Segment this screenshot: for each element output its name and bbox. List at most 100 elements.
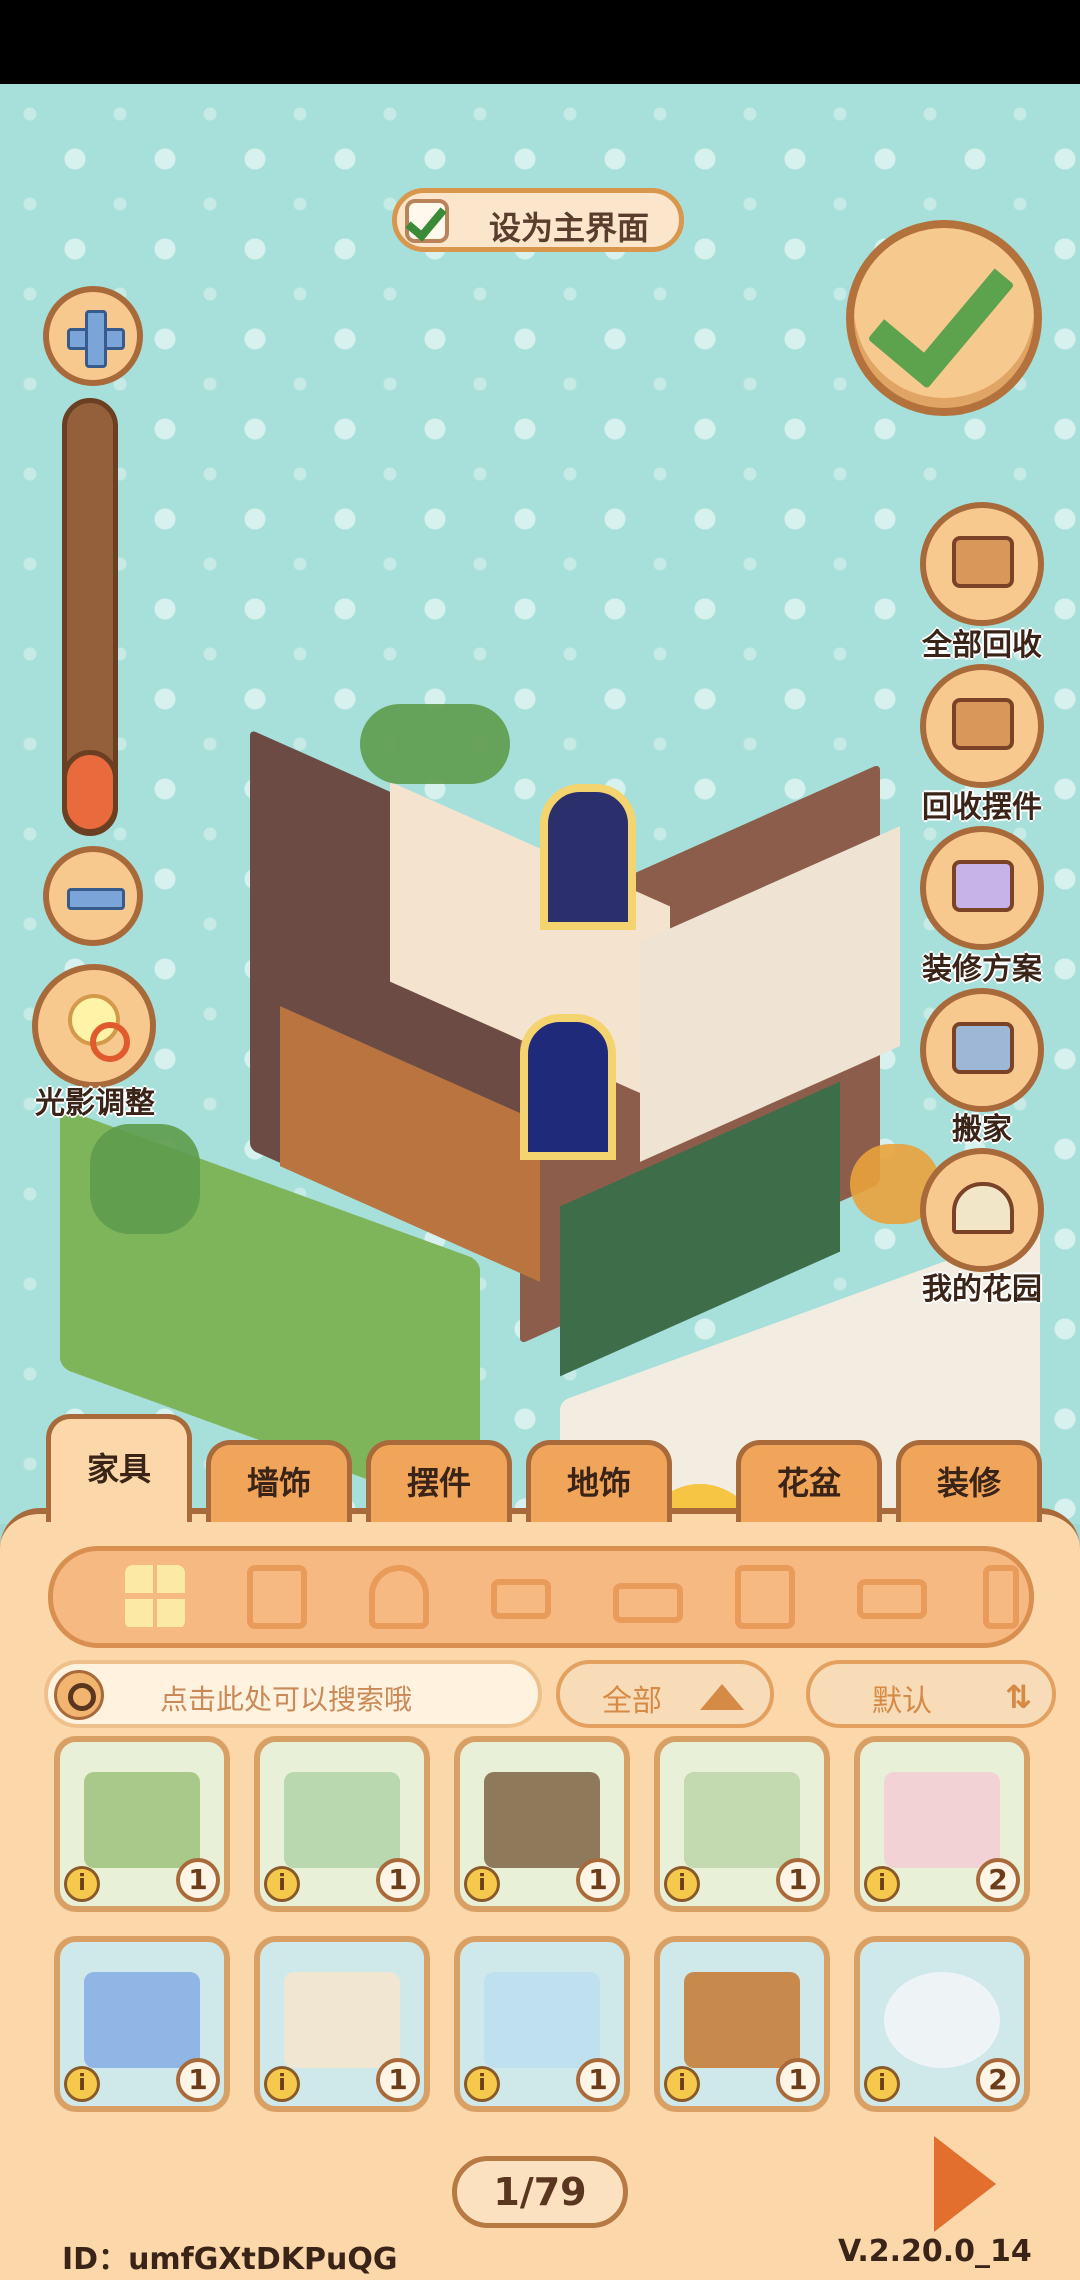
tab-wall-decor[interactable]: 墙饰: [206, 1440, 352, 1522]
furniture-item[interactable]: i 1: [654, 1736, 830, 1912]
lighting-adjust-label: 光影调整: [35, 1086, 155, 1121]
my-garden-button[interactable]: [920, 1148, 1044, 1272]
checkbox-checked-icon[interactable]: [405, 199, 449, 243]
search-icon[interactable]: [54, 1670, 104, 1720]
item-count: 1: [576, 1858, 620, 1902]
item-count: 1: [776, 2058, 820, 2102]
minus-icon: [67, 888, 125, 910]
furniture-item[interactable]: i 1: [54, 1736, 230, 1912]
display-case-art: [484, 1972, 600, 2068]
info-icon[interactable]: i: [864, 1866, 900, 1902]
furniture-item[interactable]: i 1: [54, 1936, 230, 2112]
item-count: 1: [176, 2058, 220, 2102]
furniture-item[interactable]: i 1: [654, 1936, 830, 2112]
tab-ornaments[interactable]: 摆件: [366, 1440, 512, 1522]
page-indicator: 1/79: [452, 2156, 628, 2228]
info-icon[interactable]: i: [664, 2066, 700, 2102]
category-bar: [48, 1546, 1034, 1648]
fruit-crates-art: [684, 1972, 800, 2068]
my-garden-label: 我的花园: [922, 1272, 1042, 1307]
user-id: ID：umfGXtDKPuQG: [62, 2242, 398, 2277]
info-icon[interactable]: i: [264, 1866, 300, 1902]
green-daybed-art: [84, 1772, 200, 1868]
furniture-item[interactable]: i 2: [854, 1736, 1030, 1912]
category-bed-icon[interactable]: [603, 1559, 683, 1639]
category-table-icon[interactable]: [481, 1559, 561, 1639]
status-bar: [0, 0, 1080, 84]
category-all-grid-icon[interactable]: [115, 1559, 195, 1639]
item-count: 2: [976, 2058, 1020, 2102]
garden-plants: [90, 1124, 200, 1234]
furniture-item[interactable]: i 1: [454, 1936, 630, 2112]
item-count: 1: [176, 1858, 220, 1902]
zoom-slider-thumb[interactable]: [62, 750, 118, 834]
box-cups-icon: [952, 698, 1014, 750]
info-icon[interactable]: i: [64, 2066, 100, 2102]
info-icon[interactable]: i: [464, 2066, 500, 2102]
zoom-out-button[interactable]: [43, 846, 143, 946]
bookshelf-art: [484, 1772, 600, 1868]
garden-arch-icon: [952, 1182, 1014, 1234]
item-count: 1: [376, 2058, 420, 2102]
set-home-label: 设为主界面: [489, 209, 650, 247]
blue-counter-art: [84, 1972, 200, 2068]
info-icon[interactable]: i: [664, 1866, 700, 1902]
scooter-art: [284, 1972, 400, 2068]
move-house-button[interactable]: [920, 988, 1044, 1112]
decor-plan-button[interactable]: [920, 826, 1044, 950]
round-table-art: [884, 1972, 1000, 2068]
blue-curtain: [520, 1014, 616, 1160]
confirm-button[interactable]: [846, 220, 1042, 416]
tab-flowerpots[interactable]: 花盆: [736, 1440, 882, 1522]
sort-icon: ⇅: [1005, 1678, 1032, 1716]
category-toilet-icon[interactable]: [359, 1559, 439, 1639]
plant-stand-art: [684, 1772, 800, 1868]
category-cabinet-icon[interactable]: [725, 1559, 805, 1639]
recycle-decor-label: 回收摆件: [922, 790, 1042, 825]
triangle-up-icon: [700, 1684, 744, 1710]
filter-label: 全部: [602, 1684, 662, 1719]
sort-dropdown[interactable]: 默认 ⇅: [806, 1660, 1056, 1728]
info-icon[interactable]: i: [64, 1866, 100, 1902]
furniture-item[interactable]: i 1: [454, 1736, 630, 1912]
info-icon[interactable]: i: [264, 2066, 300, 2102]
item-count: 1: [776, 1858, 820, 1902]
item-count: 1: [576, 2058, 620, 2102]
disabled-icon: [90, 1022, 130, 1062]
sort-label: 默认: [872, 1684, 932, 1719]
app-version: V.2.20.0_14: [838, 2234, 1032, 2269]
recycle-all-label: 全部回收: [922, 628, 1042, 663]
tab-floor-decor[interactable]: 地饰: [526, 1440, 672, 1522]
category-lamp-icon[interactable]: [957, 1559, 1037, 1639]
box-recycle-icon: [952, 536, 1014, 588]
set-as-home-toggle[interactable]: 设为主界面: [392, 188, 684, 252]
search-field[interactable]: 点击此处可以搜索哦: [44, 1660, 542, 1728]
category-fridge-icon[interactable]: [237, 1559, 317, 1639]
roof-plants: [360, 704, 510, 784]
info-icon[interactable]: i: [864, 2066, 900, 2102]
filter-dropdown[interactable]: 全部: [556, 1660, 774, 1728]
category-desk-icon[interactable]: [847, 1559, 927, 1639]
recycle-all-button[interactable]: [920, 502, 1044, 626]
checkmark-icon: [867, 234, 1015, 390]
recycle-decor-button[interactable]: [920, 664, 1044, 788]
plan-cards-icon: [952, 860, 1014, 912]
move-house-label: 搬家: [952, 1112, 1012, 1147]
lighting-adjust-button[interactable]: [32, 964, 156, 1088]
zoom-in-button[interactable]: [43, 286, 143, 386]
decor-plan-label: 装修方案: [922, 952, 1042, 987]
glass-gazebo-art: [284, 1772, 400, 1868]
furniture-item[interactable]: i 2: [854, 1936, 1030, 2112]
item-count: 1: [376, 1858, 420, 1902]
info-icon[interactable]: i: [464, 1866, 500, 1902]
moving-truck-icon: [952, 1022, 1014, 1074]
search-placeholder: 点击此处可以搜索哦: [160, 1683, 413, 1716]
tab-furniture[interactable]: 家具: [46, 1414, 192, 1522]
next-page-arrow-icon[interactable]: [934, 2136, 996, 2232]
tab-renovation[interactable]: 装修: [896, 1440, 1042, 1522]
furniture-item[interactable]: i 1: [254, 1936, 430, 2112]
arch-doorway: [540, 784, 636, 930]
item-count: 2: [976, 1858, 1020, 1902]
pink-armchair-art: [884, 1772, 1000, 1868]
furniture-item[interactable]: i 1: [254, 1736, 430, 1912]
